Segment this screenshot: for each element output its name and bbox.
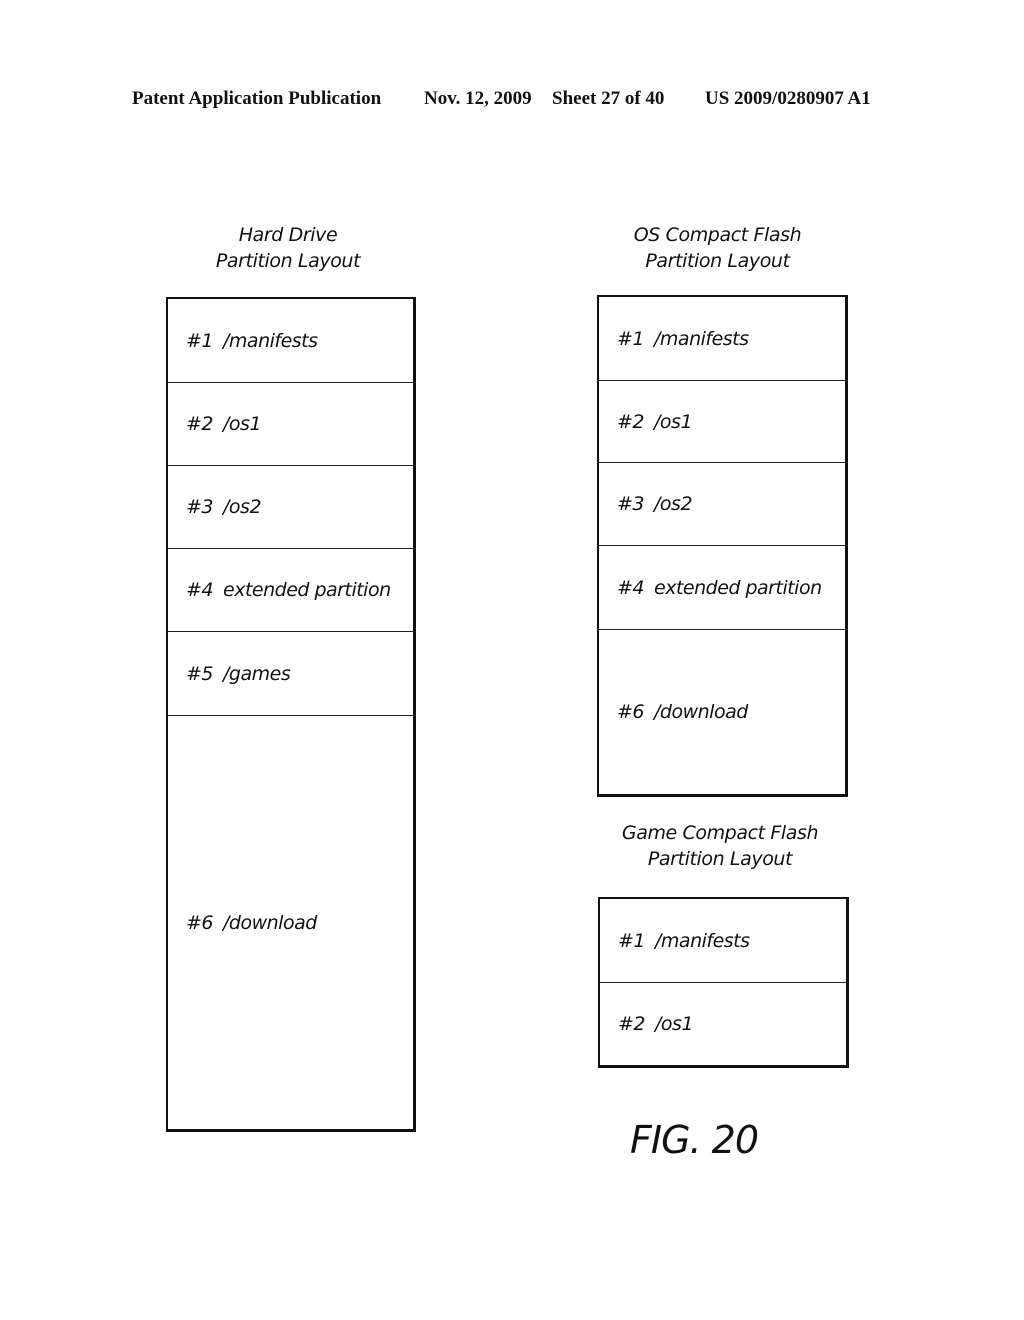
patent-number: US 2009/0280907 A1 (705, 88, 871, 109)
publication-date: Nov. 12, 2009 (424, 88, 532, 109)
partition-number: #2 (186, 413, 214, 435)
os-compact-flash-title-line2: Partition Layout (645, 250, 790, 272)
partition-row: #1/manifests (168, 299, 413, 383)
partition-row: #1/manifests (599, 297, 845, 381)
game-compact-flash-title-line2: Partition Layout (647, 848, 793, 870)
partition-number: #1 (186, 329, 214, 352)
partition-row: #3/os2 (168, 466, 413, 549)
partition-row: #1/manifests (600, 899, 846, 983)
hard-drive-partition-stack: #1/manifests #2/os1 #3/os2 #4 extended pa… (166, 297, 416, 1132)
partition-number: #6 (186, 911, 214, 934)
partition-row: #6/download (599, 630, 845, 794)
partition-number: #4 (186, 579, 214, 601)
partition-name: /os2 (223, 496, 262, 518)
partition-row: #5/games (168, 632, 413, 716)
hard-drive-title-line2: Partition Layout (215, 250, 361, 272)
partition-name: /manifests (223, 329, 318, 352)
partition-number: #4 (617, 576, 645, 599)
game-compact-flash-partition-stack: #1/manifests #2/os1 (598, 897, 849, 1068)
partition-name: /os1 (655, 1013, 694, 1035)
partition-row: #4 extended partition (599, 546, 845, 630)
figure-label: FIG. 20 (630, 1118, 759, 1162)
partition-number: #2 (617, 410, 645, 433)
os-compact-flash-partition-stack: #1/manifests #2/os1 #3/os2 #4 extended pa… (597, 295, 848, 797)
os-compact-flash-title: OS Compact Flash Partition Layout (610, 222, 825, 274)
partition-name: /download (223, 911, 317, 934)
game-compact-flash-title: Game Compact Flash Partition Layout (610, 820, 830, 872)
os-compact-flash-title-line1: OS Compact Flash (633, 224, 802, 246)
partition-row: #2/os1 (168, 383, 413, 466)
partition-row: #6/download (168, 716, 413, 1129)
partition-number: #6 (617, 701, 645, 723)
partition-name: extended partition (654, 576, 822, 599)
sheet-number: Sheet 27 of 40 (552, 88, 665, 109)
partition-number: #1 (617, 327, 645, 350)
partition-row: #2/os1 (599, 381, 845, 463)
partition-name: /manifests (655, 929, 750, 952)
partition-row: #3/os2 (599, 463, 845, 546)
partition-name: /os2 (654, 493, 693, 515)
partition-row: #4 extended partition (168, 549, 413, 632)
partition-name: /os1 (223, 413, 262, 435)
publication-label: Patent Application Publication (132, 88, 382, 109)
partition-number: #3 (186, 496, 214, 518)
partition-name: /download (654, 701, 748, 723)
partition-number: #5 (186, 662, 214, 685)
partition-name: extended partition (223, 579, 391, 601)
partition-name: /games (223, 662, 291, 685)
hard-drive-title-line1: Hard Drive (238, 224, 338, 246)
partition-number: #3 (617, 493, 645, 515)
partition-number: #2 (618, 1013, 646, 1035)
game-compact-flash-title-line1: Game Compact Flash (621, 822, 819, 844)
partition-row: #2/os1 (600, 983, 846, 1065)
partition-name: /manifests (654, 327, 749, 350)
partition-number: #1 (618, 929, 646, 952)
partition-name: /os1 (654, 410, 693, 433)
hard-drive-title: Hard Drive Partition Layout (188, 222, 388, 274)
page-header: Patent Application Publication Nov. 12, … (0, 88, 1024, 114)
